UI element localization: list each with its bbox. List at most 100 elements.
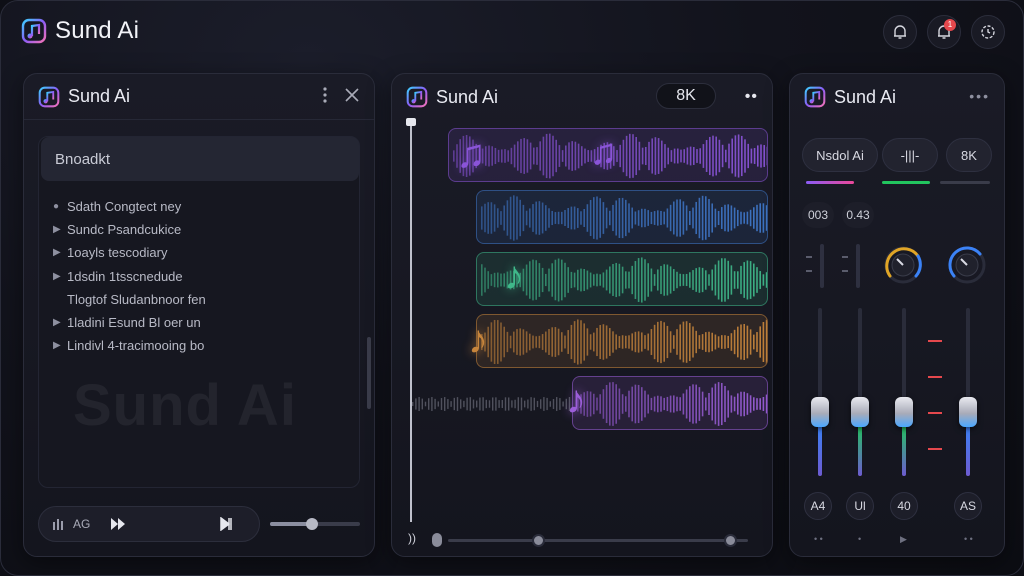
close-icon[interactable]: [344, 87, 360, 103]
panel-actions: [322, 86, 360, 104]
timeline-scrubber[interactable]: [448, 534, 748, 547]
bell-button[interactable]: [883, 15, 917, 49]
notifications-button[interactable]: 1: [927, 15, 961, 49]
logo-icon: [38, 86, 60, 107]
tick: [806, 256, 812, 258]
channel-label[interactable]: AS: [954, 492, 982, 520]
panel-title: Sund Ai: [68, 86, 131, 106]
channel-footer-mark: • •: [964, 534, 973, 544]
tick: [842, 256, 848, 258]
channel-footer-mark: ▶: [900, 534, 907, 544]
scroll-start-handle[interactable]: [432, 533, 442, 547]
gain-knob[interactable]: [882, 244, 924, 286]
scrub-end-knob[interactable]: [724, 534, 737, 547]
music-note-icon: ♫: [590, 131, 617, 172]
music-note-icon: ♫: [456, 132, 486, 176]
audio-clip[interactable]: [476, 314, 768, 368]
timeline-footer: )): [408, 530, 758, 550]
list-item[interactable]: Tlogtof Sludanbnoor fen: [53, 288, 206, 311]
list-item[interactable]: ▶ Sundc Psandcukice: [53, 218, 206, 241]
mixer-panel: Sund Ai ••• Nsdol Ai -|||- 8K 003 0.43 A…: [789, 73, 1005, 557]
tick: [928, 376, 942, 378]
more-menu[interactable]: ••: [745, 88, 758, 106]
channel-footer-mark: •: [858, 534, 862, 544]
app-title: Sund Ai: [55, 17, 140, 44]
bullet-icon: ●: [53, 201, 60, 213]
fader-handle[interactable]: [811, 397, 829, 428]
list-item[interactable]: ▶ 1ladini Esund Bl oer un: [53, 311, 206, 334]
play-bullet-icon: ▶: [53, 224, 61, 236]
tick: [806, 270, 812, 272]
footer-icon: )): [408, 531, 416, 545]
waveform: [577, 382, 767, 426]
skip-icon[interactable]: [110, 517, 126, 531]
play-bullet-icon: ▶: [53, 340, 61, 352]
channel-footer-mark: • •: [814, 534, 823, 544]
play-bullet-icon: ▶: [53, 317, 61, 329]
level-meter: [820, 244, 824, 288]
tick: [928, 412, 942, 414]
section-header[interactable]: Bnoadkt: [41, 137, 359, 181]
quality-selector[interactable]: 8K: [656, 83, 716, 109]
fader-handle[interactable]: [851, 397, 869, 428]
transport-bar: AG: [38, 506, 260, 542]
skip-forward-icon[interactable]: [220, 517, 236, 531]
notification-badge: 1: [944, 19, 956, 31]
waveform: [481, 319, 767, 365]
logo-icon: [21, 18, 47, 44]
logo-icon: [406, 86, 428, 108]
library-panel-header: Sund Ai: [24, 74, 374, 120]
value-chip: 0.43: [842, 202, 874, 228]
level-meter: [856, 244, 860, 288]
fader-level: [818, 425, 822, 476]
panel-title: Sund Ai: [834, 86, 897, 107]
accent-line-green: [882, 181, 930, 184]
settings-icon: [981, 25, 995, 39]
waveform-chip[interactable]: -|||-: [882, 138, 938, 172]
channel-label[interactable]: A4: [804, 492, 832, 520]
item-list: ● Sdath Congtect ney ▶ Sundc Psandcukice ▶…: [53, 195, 206, 357]
list-item[interactable]: ▶ Lindivl 4-tracimooing bo: [53, 334, 206, 357]
playhead[interactable]: [410, 122, 412, 522]
header-actions: 1: [883, 15, 1005, 49]
transport-label: AG: [73, 517, 91, 531]
brand: Sund Ai: [21, 17, 139, 45]
channel-label[interactable]: 40: [890, 492, 918, 520]
scrollbar[interactable]: [367, 337, 371, 409]
app-window: Sund Ai 1 Sund Ai Bnoadkt ● Sdath Congte…: [0, 0, 1024, 576]
playhead-handle[interactable]: [406, 118, 416, 126]
model-chip[interactable]: Nsdol Ai: [802, 138, 878, 172]
settings-button[interactable]: [971, 15, 1005, 49]
accent-line-purple: [806, 181, 854, 184]
fader-handle[interactable]: [959, 397, 977, 428]
scrub-knob[interactable]: [532, 534, 545, 547]
volume-knob[interactable]: [306, 518, 319, 530]
quality-chip[interactable]: 8K: [946, 138, 992, 172]
channel-label[interactable]: Ul: [846, 492, 874, 520]
audio-clip[interactable]: [572, 376, 768, 430]
pan-knob[interactable]: [946, 244, 988, 286]
more-menu-icon[interactable]: •••: [969, 88, 990, 104]
faint-waveform: [412, 397, 571, 411]
volume-slider[interactable]: [270, 518, 360, 530]
timeline-panel: Sund Ai 8K •• ♫ ♫ ♪ ♪ ♪ )): [391, 73, 773, 557]
logo-icon: [804, 86, 826, 108]
top-bar: Sund Ai 1: [1, 1, 1023, 67]
more-vertical-icon[interactable]: [322, 86, 328, 104]
fader-level: [858, 425, 862, 476]
tick: [842, 270, 848, 272]
audio-clip[interactable]: [476, 190, 768, 244]
library-panel: Sund Ai Bnoadkt ● Sdath Congtect ney ▶ Sun…: [23, 73, 375, 557]
list-item[interactable]: ● Sdath Congtect ney: [53, 195, 206, 218]
list-item[interactable]: ▶ 1dsdin 1tsscnedude: [53, 265, 206, 288]
waveform: [481, 195, 767, 241]
music-note-icon: ♪: [468, 318, 488, 362]
panel-title: Sund Ai: [436, 86, 499, 107]
tick: [928, 340, 942, 342]
fader-handle[interactable]: [895, 397, 913, 428]
level-bars-icon: [53, 519, 63, 530]
play-bullet-icon: ▶: [53, 247, 61, 259]
music-note-icon: ♪: [504, 254, 524, 298]
tick: [928, 448, 942, 450]
list-item[interactable]: ▶ 1oayls tescodiary: [53, 241, 206, 264]
